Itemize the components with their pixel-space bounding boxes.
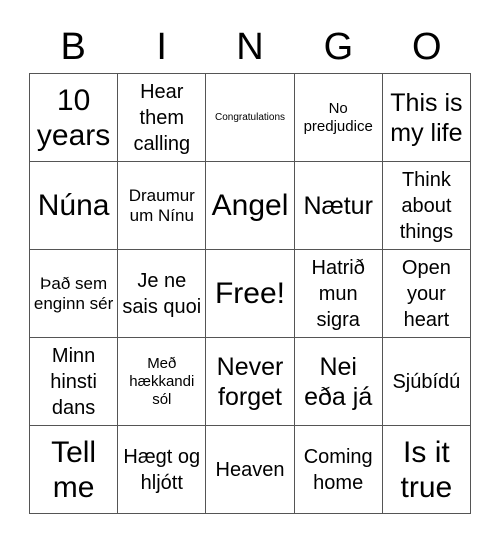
bingo-cell[interactable]: Is it true [382, 426, 471, 514]
bingo-cell-text: Coming home [303, 445, 373, 494]
bingo-cell[interactable]: Tell me [30, 426, 119, 514]
bingo-cell[interactable]: 10 years [30, 74, 119, 162]
bingo-cell-text: Nei eða já [304, 352, 373, 411]
bingo-cell-text: Núna [37, 189, 110, 222]
bingo-cell-text: Heaven [215, 458, 285, 481]
bingo-cell[interactable]: Það sem enginn sér [30, 250, 119, 338]
bingo-cell[interactable]: This is my life [382, 74, 471, 162]
bingo-cell[interactable]: Hear them calling [118, 74, 207, 162]
bingo-cell[interactable]: Open your heart [382, 250, 471, 338]
bingo-cell[interactable]: Think about things [382, 162, 471, 250]
bingo-cell-text: Je ne sais quoi [122, 269, 202, 318]
bingo-cell-text: Nætur [303, 191, 373, 220]
bingo-cell-text: Draumur um Nínu [128, 185, 195, 225]
bingo-cell-text: Hear them calling [133, 80, 191, 155]
bingo-cell-text: Think about things [399, 168, 454, 243]
bingo-cell[interactable]: Núna [30, 162, 119, 250]
bingo-header: B I N G O [29, 22, 471, 72]
bingo-cell[interactable]: Heaven [206, 426, 295, 514]
header-letter-n: N [236, 26, 264, 68]
bingo-card-grid: 10 years Hear them calling Congratulations… [29, 73, 471, 514]
bingo-cell[interactable]: Coming home [294, 426, 383, 514]
header-letter-i: I [156, 26, 167, 68]
bingo-cell-text: Congratulations [214, 111, 286, 123]
bingo-cell[interactable]: Minn hinsti dans [30, 338, 119, 426]
bingo-cell-text: Angel [211, 189, 289, 222]
bingo-cell[interactable]: No predjudice [294, 74, 383, 162]
bingo-cell[interactable]: Draumur um Nínu [118, 162, 207, 250]
header-letter-b: B [60, 26, 86, 68]
header-letter-g: G [323, 26, 354, 68]
bingo-cell[interactable]: Congratulations [206, 74, 295, 162]
bingo-cell-text: Minn hinsti dans [50, 344, 97, 419]
bingo-cell[interactable]: Never forget [206, 338, 295, 426]
bingo-cell-text: Is it true [400, 435, 453, 504]
bingo-cell[interactable]: Nætur [294, 162, 383, 250]
bingo-cell-text: Það sem enginn sér [33, 273, 114, 313]
bingo-cell[interactable]: Með hækkandi sól [118, 338, 207, 426]
bingo-cell[interactable]: Sjúbídú [382, 338, 471, 426]
bingo-cell-text: Hægt og hljótt [123, 445, 201, 494]
bingo-cell-text: Tell me [51, 435, 97, 504]
bingo-cell[interactable]: Je ne sais quoi [118, 250, 207, 338]
bingo-cell-text: Open your heart [401, 256, 451, 331]
bingo-cell-text: Sjúbídú [392, 370, 461, 393]
bingo-cell-text: Hatrið mun sigra [311, 256, 365, 331]
bingo-cell-text: Free! [214, 277, 285, 310]
bingo-cell-text: This is my life [390, 88, 463, 147]
bingo-cell[interactable]: Nei eða já [294, 338, 383, 426]
bingo-cell[interactable]: Angel [206, 162, 295, 250]
bingo-cell-text: Never forget [216, 352, 284, 411]
bingo-cell[interactable]: Hatrið mun sigra [294, 250, 383, 338]
header-letter-o: O [412, 26, 442, 68]
bingo-cell-text: 10 years [36, 83, 111, 152]
bingo-cell[interactable]: Hægt og hljótt [118, 426, 207, 514]
bingo-cell-text: Með hækkandi sól [129, 354, 195, 408]
bingo-cell-text: No predjudice [303, 99, 373, 135]
bingo-cell[interactable]: Free! [206, 250, 295, 338]
